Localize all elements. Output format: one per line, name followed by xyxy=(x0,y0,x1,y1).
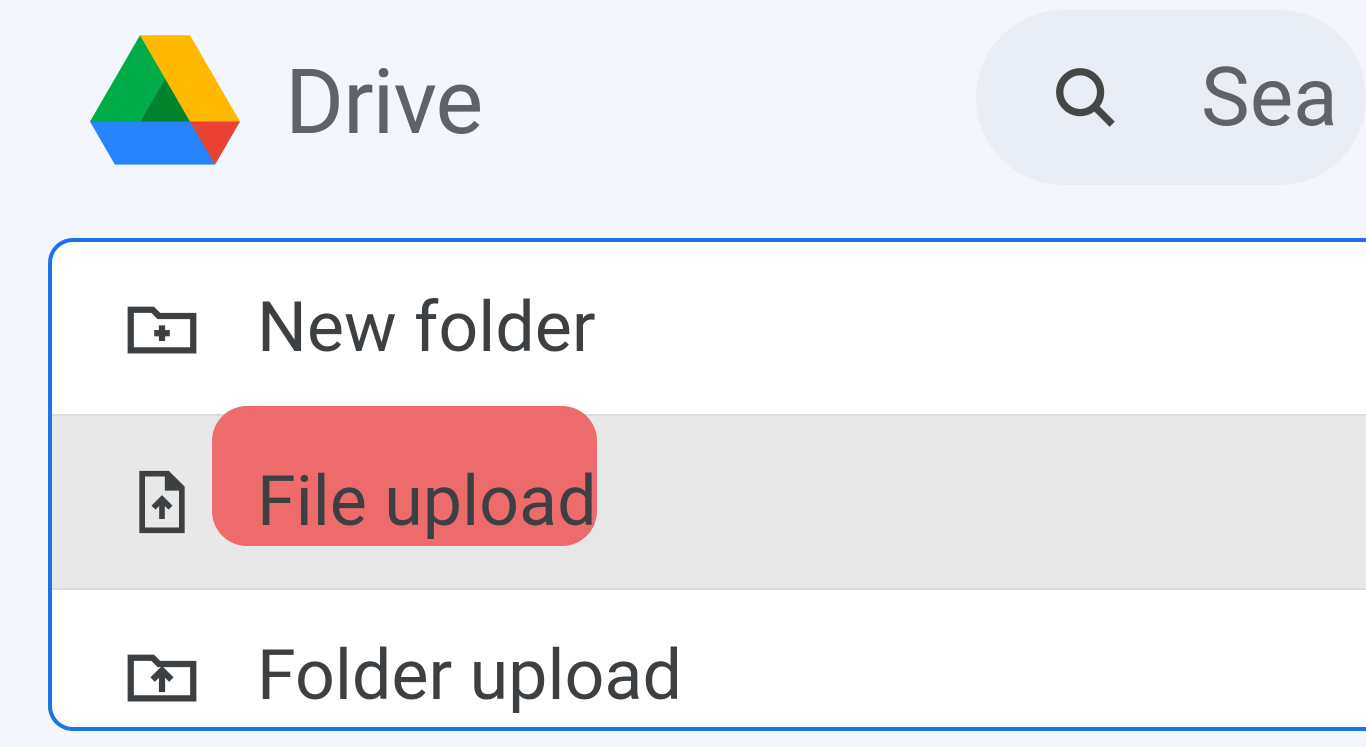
search-placeholder: Sea xyxy=(1201,50,1338,146)
folder-upload-icon xyxy=(122,639,202,714)
menu-item-new-folder[interactable]: New folder xyxy=(52,242,1366,414)
menu-item-label: New folder xyxy=(257,287,596,369)
drive-logo-icon xyxy=(90,35,240,170)
menu-item-label: Folder upload xyxy=(257,635,682,717)
menu-item-label: File upload xyxy=(257,461,597,543)
file-upload-icon xyxy=(122,465,202,540)
menu-item-folder-upload[interactable]: Folder upload xyxy=(52,590,1366,727)
new-folder-icon xyxy=(122,291,202,366)
menu-item-file-upload[interactable]: File upload xyxy=(52,416,1366,588)
new-menu-popup: New folder File upload xyxy=(48,238,1366,731)
app-title: Drive xyxy=(285,50,482,155)
search-icon xyxy=(1051,63,1121,133)
search-bar[interactable]: Sea xyxy=(976,10,1366,185)
